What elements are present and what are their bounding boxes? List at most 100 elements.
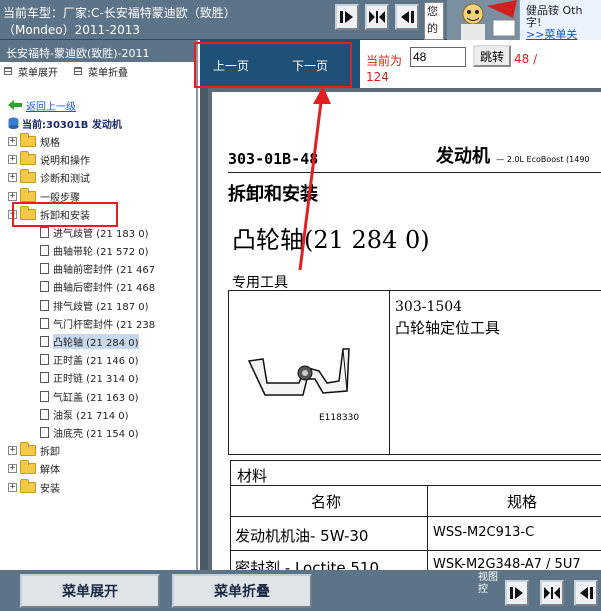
menu-expand-button[interactable]: 菜单展开: [20, 574, 160, 608]
tree-folder-item[interactable]: + 安装: [0, 478, 196, 496]
tree-leaf-item[interactable]: 曲轴前密封件 (21 467: [0, 260, 196, 278]
top-bar: 当前车型：厂家:C-长安福特蒙迪欧（致胜） （Mondeo）2011-2013 …: [0, 0, 601, 40]
back-link[interactable]: 返回上一级: [26, 98, 76, 113]
tree-leaf-item[interactable]: 气门杆密封件 (21 238: [0, 314, 196, 332]
tree-item-label: 气缸盖 (21 163 0): [53, 392, 139, 404]
material-name-2: 密封剂 - Loctite 510: [235, 559, 380, 570]
tree-item-label: 规格: [40, 137, 60, 149]
current-item: 当前:30301B 发动机: [0, 114, 196, 132]
tree-leaf-item[interactable]: 曲轴带轮 (21 572 0): [0, 242, 196, 260]
tree-folder-item[interactable]: + 解体: [0, 460, 196, 478]
arrow-right-icon: [340, 11, 353, 23]
arrow-left-icon: [580, 587, 593, 599]
expand-toggle-icon[interactable]: +: [8, 136, 17, 146]
service-text: 您的服务: [424, 2, 444, 40]
panel-collapse-link[interactable]: 菜单折叠: [88, 64, 128, 79]
engine-subtitle: — 2.0L EcoBoost (1490: [496, 155, 590, 164]
document-icon: [40, 226, 49, 238]
vehicle-line2: （Mondeo）2011-2013: [3, 23, 141, 37]
tree-folder-item[interactable]: + 诊断和测试: [0, 169, 196, 187]
view-control-label: 视图控: [478, 572, 498, 595]
arrow-right-icon: [510, 587, 523, 599]
tree-item-label: 曲轴前密封件 (21 467: [53, 265, 156, 277]
tree-item-label: 说明和操作: [40, 156, 90, 168]
tree-item-label: 曲轴带轮 (21 572 0): [53, 247, 149, 259]
folder-icon: [20, 151, 36, 166]
tree-folder-item[interactable]: + 拆卸: [0, 442, 196, 460]
tree-leaf-item[interactable]: 油底壳 (21 154 0): [0, 423, 196, 441]
panel-title: 长安福特-蒙迪欧(致胜)-2011: [0, 40, 196, 62]
mascot-image: [447, 0, 519, 40]
tree-leaf-item[interactable]: 曲轴后密封件 (21 468: [0, 278, 196, 296]
tree-leaf-item[interactable]: 凸轮轴 (21 284 0): [0, 332, 196, 350]
tree-item-label: 进气歧管 (21 183 0): [53, 228, 149, 240]
document-icon: [40, 336, 49, 348]
engine-heading: 发动机 — 2.0L EcoBoost (1490: [436, 142, 590, 168]
tree-leaf-item[interactable]: 正时链 (21 314 0): [0, 369, 196, 387]
expand-toggle-icon[interactable]: +: [8, 464, 17, 474]
tree-leaf-item[interactable]: 正时盖 (21 146 0): [0, 351, 196, 369]
tree-leaf-item[interactable]: 排气歧管 (21 187 0): [0, 296, 196, 314]
expand-toggle-icon[interactable]: +: [8, 191, 17, 201]
highlight-disassembly: [12, 202, 118, 227]
bottom-toggle-button[interactable]: [540, 580, 564, 606]
jump-button[interactable]: 跳转: [473, 45, 511, 67]
expand-toggle-icon[interactable]: +: [8, 482, 17, 492]
col-spec-header: 规格: [507, 493, 538, 511]
nav-toggle-button[interactable]: [365, 4, 389, 30]
panel-expand-link[interactable]: 菜单展开: [18, 64, 58, 79]
material-name-1: 发动机机油- 5W-30: [235, 527, 369, 545]
tree-item-label: 排气歧管 (21 187 0): [53, 301, 149, 313]
figure-id: E118330: [319, 413, 360, 423]
materials-table: 材料 名称 规格 发动机机油- 5W-30 WSS-M2C913-C 密封剂 -…: [230, 460, 601, 570]
tree-leaf-item[interactable]: 油泵 (21 714 0): [0, 405, 196, 423]
materials-label: 材料: [237, 467, 268, 485]
tree-leaf-item[interactable]: 气缸盖 (21 163 0): [0, 387, 196, 405]
collapse-icon: [74, 67, 82, 75]
bottom-next-button[interactable]: [505, 580, 529, 606]
tree-folder-item[interactable]: + 规格: [0, 132, 196, 150]
current-page-prefix: 当前为: [366, 54, 403, 68]
document-icon: [40, 354, 49, 366]
tree-folder-item[interactable]: + 说明和操作: [0, 151, 196, 169]
left-panel: 长安福特-蒙迪欧(致胜)-2011 菜单展开 菜单折叠 返回上一级 当前:303…: [0, 40, 198, 570]
document-icon: [40, 408, 49, 420]
menu-collapse-button[interactable]: 菜单折叠: [172, 574, 312, 608]
vehicle-line1: 当前车型：厂家:C-长安福特蒙迪欧（致胜）: [3, 6, 236, 20]
expand-toggle-icon[interactable]: +: [8, 173, 17, 183]
annotation-arrow-icon: [298, 86, 331, 271]
row-line: [231, 550, 601, 551]
folder-icon: [20, 169, 36, 184]
current-label: 当前:30301B 发动机: [22, 119, 122, 131]
nav-prev-page-button[interactable]: [395, 4, 419, 30]
ad-banner[interactable]: 健品铵 Oth 字! >>菜单关: [519, 0, 601, 40]
tool-code: 303-1504: [395, 299, 463, 315]
tree-item-label: 凸轮轴 (21 284 0): [53, 334, 139, 350]
panel-controls: 菜单展开 菜单折叠: [0, 62, 196, 80]
material-spec-2: WSK-M2G348-A7 / 5U7: [433, 557, 581, 570]
tree-item-label: 拆卸: [40, 447, 60, 459]
tree-item-label: 气门杆密封件 (21 238: [53, 319, 156, 331]
document-icon: [40, 245, 49, 257]
page-number-input[interactable]: [410, 47, 466, 67]
tool-table: E118330 303-1504 凸轮轴定位工具: [228, 290, 601, 455]
folder-icon: [20, 442, 36, 457]
expand-toggle-icon[interactable]: +: [8, 446, 17, 456]
document-icon: [40, 390, 49, 402]
ad-close-link[interactable]: >>菜单关: [526, 26, 577, 40]
document-icon: [40, 372, 49, 384]
tree-item-label: 解体: [40, 465, 60, 477]
tree-item-label: 正时链 (21 314 0): [53, 374, 139, 386]
camshaft-tool-figure-icon: [247, 348, 350, 396]
viewer-edge: [200, 88, 208, 570]
nav-next-page-button[interactable]: [335, 4, 359, 30]
expand-icon: [4, 67, 12, 75]
tree-item-label: 正时盖 (21 146 0): [53, 356, 139, 368]
page-total-b: 124: [366, 70, 389, 84]
bottom-bar: 菜单展开 菜单折叠 视图控: [0, 570, 601, 611]
expand-toggle-icon[interactable]: +: [8, 155, 17, 165]
page-total-a: 48 /: [514, 52, 538, 66]
bottom-prev-button[interactable]: [574, 580, 598, 606]
back-item[interactable]: 返回上一级: [0, 96, 196, 114]
tool-divider: [389, 291, 390, 454]
